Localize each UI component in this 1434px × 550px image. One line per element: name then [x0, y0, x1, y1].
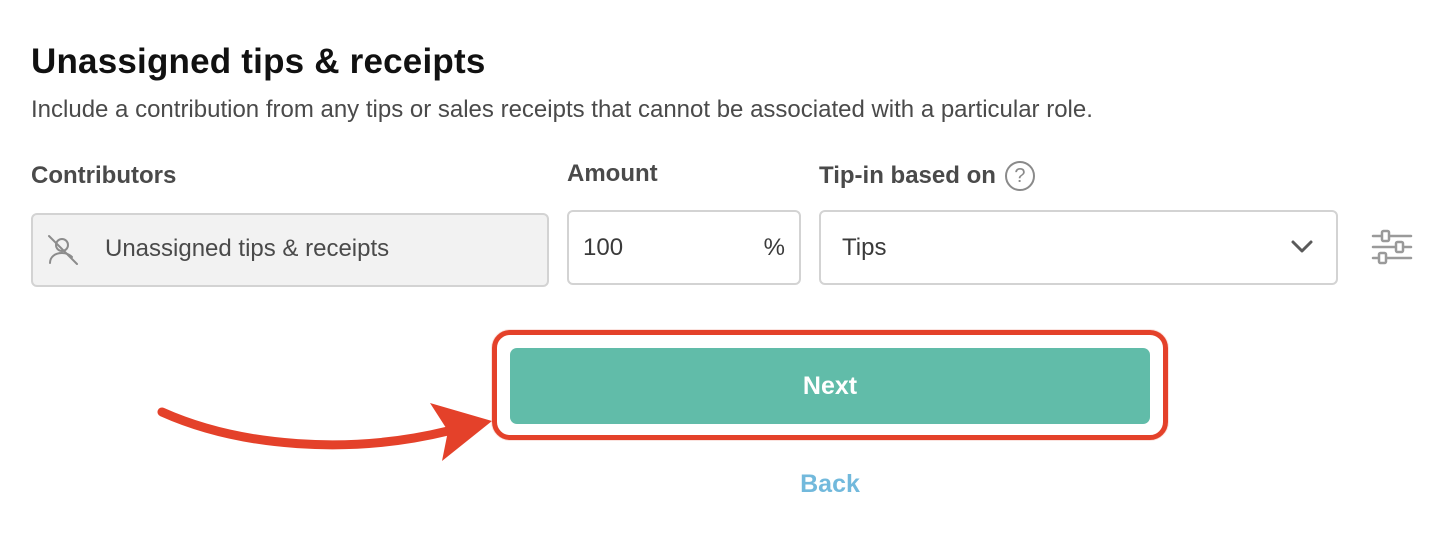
tip-in-select[interactable]: Tips: [819, 210, 1338, 285]
sliders-icon[interactable]: [1371, 229, 1413, 265]
next-button[interactable]: Next: [510, 348, 1150, 424]
annotation-arrow-icon: [157, 403, 492, 461]
chevron-down-icon: [1291, 240, 1313, 253]
back-link[interactable]: Back: [780, 470, 880, 499]
tip-in-label: Tip-in based on: [819, 162, 996, 189]
user-off-icon: [48, 235, 78, 265]
contributors-field: Unassigned tips & receipts: [31, 213, 549, 287]
question-circle-icon[interactable]: ?: [1004, 161, 1035, 191]
amount-input[interactable]: [583, 230, 743, 266]
amount-label: Amount: [567, 160, 658, 187]
amount-field[interactable]: %: [567, 210, 801, 285]
tip-in-selected-value: Tips: [842, 234, 887, 261]
section-title: Unassigned tips & receipts: [31, 42, 486, 81]
contributors-label: Contributors: [31, 162, 177, 189]
section-description: Include a contribution from any tips or …: [31, 96, 1093, 123]
contributors-value: Unassigned tips & receipts: [105, 235, 390, 262]
amount-unit: %: [763, 234, 785, 261]
tip-in-label-row: Tip-in based on ?: [819, 161, 1035, 191]
